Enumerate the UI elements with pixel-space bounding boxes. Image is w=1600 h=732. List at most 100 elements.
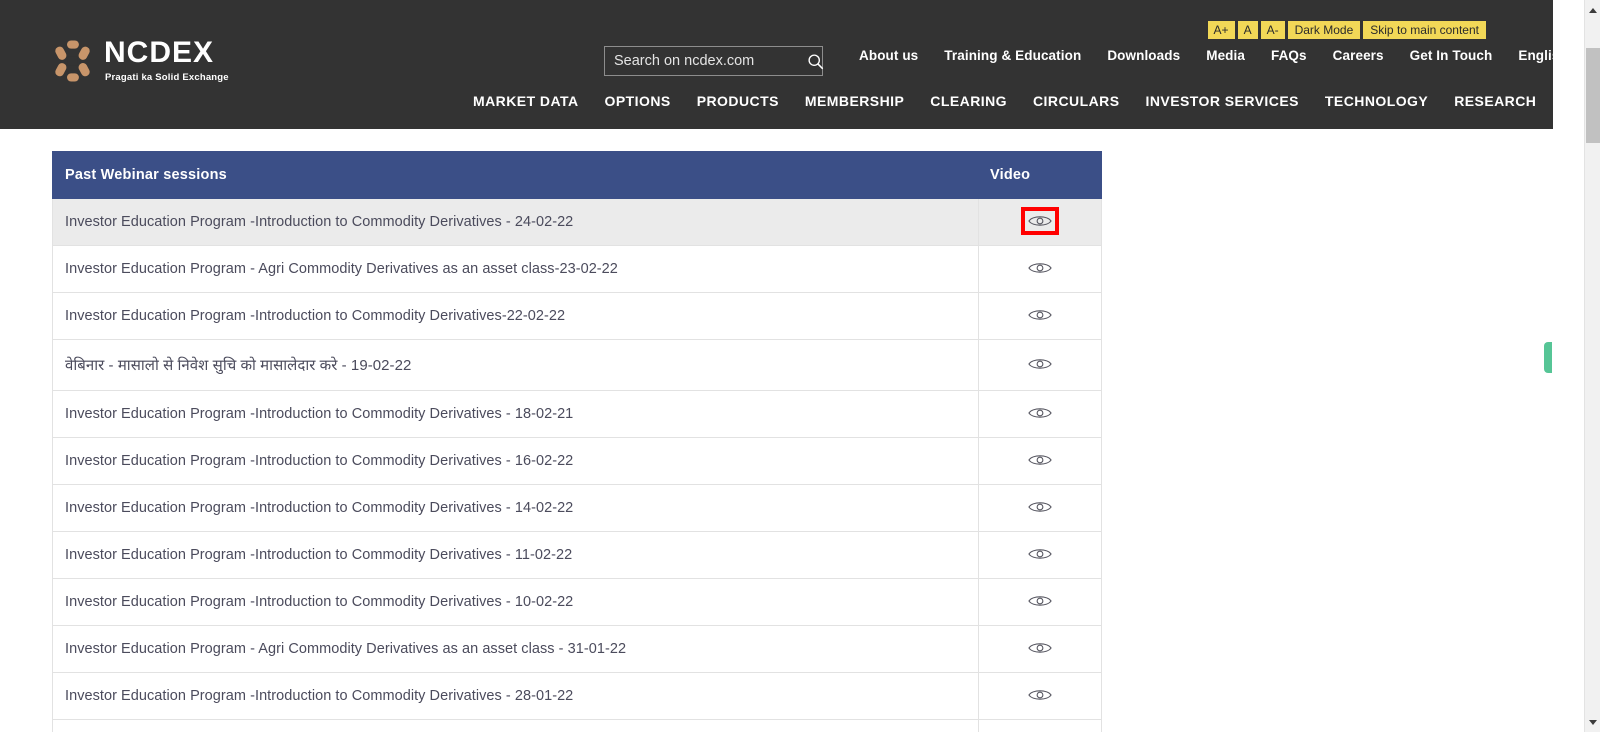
top-link-faqs[interactable]: FAQs	[1258, 48, 1320, 63]
eye-icon	[1028, 643, 1052, 653]
table-row[interactable]: Investor Education Program - Agri Commod…	[52, 245, 1102, 293]
video-cell[interactable]	[978, 531, 1102, 579]
past-webinar-sessions-table: Past Webinar sessions Video Investor Edu…	[52, 151, 1102, 732]
scroll-down-button[interactable]	[1585, 714, 1600, 730]
webinar-title: Investor Education Program -Introduction…	[52, 531, 979, 579]
ncdex-logo[interactable]: NCDEX Pragati ka Solid Exchange	[52, 38, 229, 83]
nav-item-products[interactable]: PRODUCTS	[684, 93, 792, 109]
table-row[interactable]: Investor Education Program -Introduction…	[52, 437, 1102, 485]
top-link-training-education[interactable]: Training & Education	[931, 48, 1094, 63]
video-view-button[interactable]	[1027, 686, 1053, 704]
skip-to-content-link[interactable]: Skip to main content	[1363, 21, 1486, 39]
video-cell[interactable]	[978, 198, 1102, 246]
increase-font-button[interactable]: A+	[1207, 21, 1235, 39]
ncdex-hexagon-logo-icon	[55, 39, 90, 82]
video-view-button[interactable]	[1027, 355, 1053, 373]
video-view-button[interactable]	[1027, 404, 1053, 422]
search-box[interactable]	[604, 46, 824, 76]
video-cell[interactable]	[978, 245, 1102, 293]
video-cell[interactable]	[978, 719, 1102, 732]
video-cell[interactable]	[978, 672, 1102, 720]
video-cell[interactable]	[978, 578, 1102, 626]
table-row[interactable]: Investor Education Program -Introduction…	[52, 390, 1102, 438]
webinar-title: Investor Education Program -Introduction…	[52, 390, 979, 438]
video-cell[interactable]	[978, 339, 1102, 391]
triangle-up-icon	[1589, 7, 1597, 13]
eye-icon	[1028, 359, 1052, 369]
nav-item-market-data[interactable]: MARKET DATA	[460, 93, 592, 109]
page-content: NCDEX Pragati ka Solid Exchange A+ A A- …	[0, 0, 1553, 732]
reset-font-button[interactable]: A	[1237, 21, 1258, 39]
table-row[interactable]: Investor Education Program -Introduction…	[52, 672, 1102, 720]
top-link-media[interactable]: Media	[1193, 48, 1258, 63]
table-body: Investor Education Program -Introduction…	[52, 198, 1102, 732]
scrollbar-thumb[interactable]	[1586, 48, 1600, 143]
table-row[interactable]: Investor Education Program -Introduction…	[52, 578, 1102, 626]
video-cell[interactable]	[978, 437, 1102, 485]
top-link-about-us[interactable]: About us	[846, 48, 931, 63]
language-label: English	[1518, 48, 1553, 63]
nav-item-research[interactable]: RESEARCH	[1441, 93, 1549, 109]
top-link-downloads[interactable]: Downloads	[1094, 48, 1193, 63]
top-link-get-in-touch[interactable]: Get In Touch	[1397, 48, 1506, 63]
search-button[interactable]	[807, 47, 824, 75]
video-cell[interactable]	[978, 484, 1102, 532]
nav-item-fpo[interactable]: FPO	[1549, 93, 1553, 109]
webinar-title: Investor Education Program -Introduction…	[52, 292, 979, 340]
eye-icon	[1028, 408, 1052, 418]
site-header: NCDEX Pragati ka Solid Exchange A+ A A- …	[0, 0, 1553, 129]
main-content: Past Webinar sessions Video Investor Edu…	[0, 129, 1553, 732]
nav-item-clearing[interactable]: CLEARING	[917, 93, 1020, 109]
table-row[interactable]: Investor Education Program -Introduction…	[52, 292, 1102, 340]
video-view-button[interactable]	[1027, 498, 1053, 516]
webinar-title: Investor Education Program -Introduction…	[52, 484, 979, 532]
search-input[interactable]	[605, 53, 807, 69]
vertical-scrollbar[interactable]	[1584, 0, 1600, 732]
table-row[interactable]: Investor Education Program -Introduction…	[52, 484, 1102, 532]
column-header-video: Video	[978, 151, 1102, 199]
video-view-button[interactable]	[1027, 451, 1053, 469]
video-view-button[interactable]	[1027, 639, 1053, 657]
video-view-button[interactable]	[1021, 206, 1059, 235]
video-view-button[interactable]	[1027, 306, 1053, 324]
triangle-down-icon	[1589, 719, 1597, 725]
table-row[interactable]: Investor Education Program -Introduction…	[52, 198, 1102, 246]
nav-item-circulars[interactable]: CIRCULARS	[1020, 93, 1133, 109]
nav-item-investor-services[interactable]: INVESTOR SERVICES	[1133, 93, 1312, 109]
browser-viewport: NCDEX Pragati ka Solid Exchange A+ A A- …	[0, 0, 1600, 732]
accessibility-toolbar: A+ A A- Dark Mode Skip to main content	[1207, 21, 1486, 39]
scroll-up-button[interactable]	[1585, 2, 1600, 18]
video-cell[interactable]	[978, 390, 1102, 438]
webinar-title: Investor Education Program -Introduction…	[52, 672, 979, 720]
top-link-careers[interactable]: Careers	[1320, 48, 1397, 63]
table-row[interactable]: Investor Education Program - Agri Commod…	[52, 625, 1102, 673]
video-view-button[interactable]	[1027, 592, 1053, 610]
eye-icon	[1028, 310, 1052, 320]
decrease-font-button[interactable]: A-	[1260, 21, 1285, 39]
eye-icon	[1028, 215, 1052, 226]
video-view-button[interactable]	[1027, 259, 1053, 277]
webinar-title: Investor Education Program -Introduction…	[52, 198, 979, 246]
dark-mode-button[interactable]: Dark Mode	[1287, 21, 1361, 39]
table-row[interactable]: Investor Education Program -Introduction…	[52, 531, 1102, 579]
webinar-title: वेबिनार - मासालो से निवेश सुचि को मासाले…	[52, 339, 979, 391]
nav-item-technology[interactable]: TECHNOLOGY	[1312, 93, 1441, 109]
video-view-button[interactable]	[1027, 545, 1053, 563]
table-row[interactable]: Investor Education Program -Introduction…	[52, 719, 1102, 732]
language-selector[interactable]: English	[1505, 48, 1553, 63]
eye-icon	[1028, 502, 1052, 512]
eye-icon	[1028, 455, 1052, 465]
webinar-title: Investor Education Program -Introduction…	[52, 719, 979, 732]
video-cell[interactable]	[978, 625, 1102, 673]
side-feedback-tab[interactable]	[1544, 342, 1552, 373]
nav-item-membership[interactable]: MEMBERSHIP	[792, 93, 917, 109]
nav-item-options[interactable]: OPTIONS	[592, 93, 684, 109]
eye-icon	[1028, 596, 1052, 606]
eye-icon	[1028, 549, 1052, 559]
table-row[interactable]: वेबिनार - मासालो से निवेश सुचि को मासाले…	[52, 339, 1102, 391]
main-navigation: MARKET DATA OPTIONS PRODUCTS MEMBERSHIP …	[460, 93, 1553, 109]
video-cell[interactable]	[978, 292, 1102, 340]
eye-icon	[1028, 690, 1052, 700]
webinar-title: Investor Education Program -Introduction…	[52, 437, 979, 485]
search-icon	[808, 53, 824, 69]
